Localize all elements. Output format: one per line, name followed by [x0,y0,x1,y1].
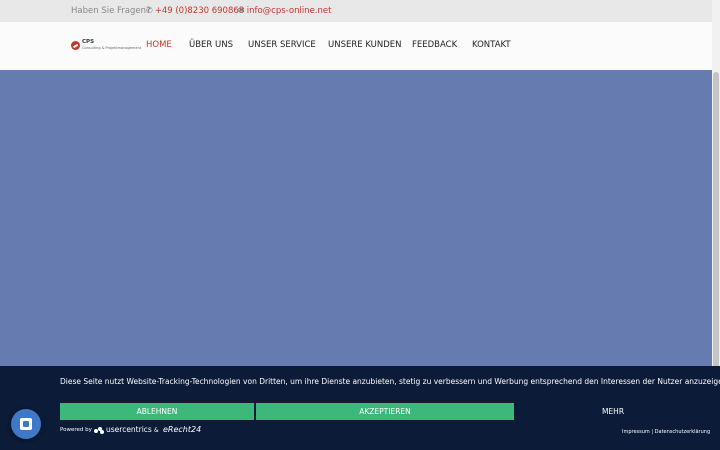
hero-banner [0,70,712,366]
phone-icon: ✆ [146,6,153,15]
legal-separator: | [651,429,654,435]
main-header: CPS Consulting & Projektmanagement HOME … [0,22,712,71]
legal-links: Impressum | Datenschutzerklärung [622,429,710,435]
cookie-consent-banner: Diese Seite nutzt Website-Tracking-Techn… [0,366,720,450]
usercentrics-text: usercentrics [106,425,152,434]
logo-subtitle: Consulting & Projektmanagement [82,46,142,50]
phone-number: +49 (0)8230 690868 [154,6,245,16]
nav-kontakt[interactable]: KONTAKT [472,40,511,50]
logo-name: CPS [82,39,95,45]
scrollbar-thumb[interactable] [713,72,719,372]
chat-widget-button[interactable] [11,409,41,439]
nav-home[interactable]: HOME [146,40,172,50]
cps-logo[interactable]: CPS Consulting & Projektmanagement [71,39,141,53]
privacy-link[interactable]: Datenschutzerklärung [655,429,710,435]
nav-ueber-uns[interactable]: ÜBER UNS [189,40,233,50]
nav-unser-service[interactable]: UNSER SERVICE [248,40,316,50]
email-link[interactable]: ✉ info@cps-online.net [238,6,331,16]
usercentrics-logo[interactable]: usercentrics [94,425,152,434]
imprint-link[interactable]: Impressum [622,429,650,435]
nav-feedback[interactable]: FEEDBACK [412,40,457,50]
ampersand: & [154,427,159,434]
top-contact-bar: Haben Sie Fragen? ✆ +49 (0)8230 690868 ✉ i… [0,0,720,22]
mail-icon: ✉ [238,6,245,15]
powered-by-label: Powered by [60,427,92,433]
cookie-message: Diese Seite nutzt Website-Tracking-Techn… [60,377,720,386]
decline-button[interactable]: ABLEHNEN [60,403,254,420]
phone-link[interactable]: ✆ +49 (0)8230 690868 [146,6,244,16]
more-button[interactable]: MEHR [516,403,710,420]
logo-mark-icon [71,41,80,50]
questions-label: Haben Sie Fragen? [71,6,151,16]
accept-button[interactable]: AKZEPTIEREN [256,403,514,420]
nav-unsere-kunden[interactable]: UNSERE KUNDEN [328,40,402,50]
erecht24-logo[interactable]: eRecht24 [163,425,201,434]
usercentrics-icon [94,427,104,434]
chat-widget-icon [20,418,32,430]
email-address: info@cps-online.net [246,6,332,16]
